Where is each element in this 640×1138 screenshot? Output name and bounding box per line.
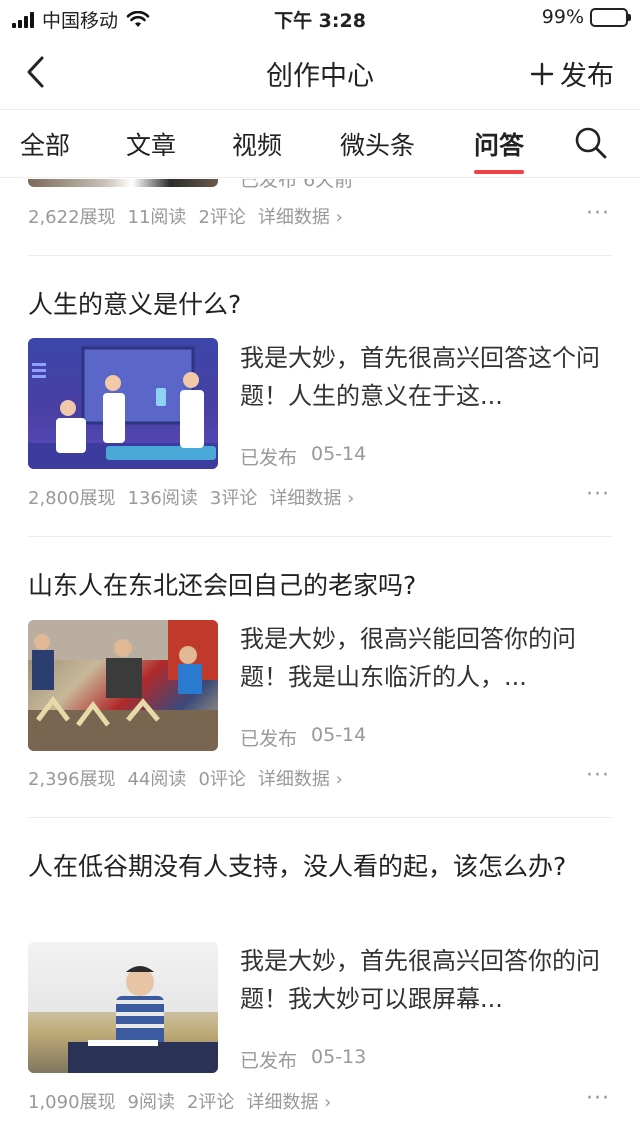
item-title[interactable]: 人生的意义是什么? [28,284,612,326]
more-options-icon[interactable]: ··· [586,763,610,788]
more-options-icon[interactable]: ··· [586,1086,610,1111]
views-count: 2,800展现 [28,488,116,509]
views-count: 1,090展现 [28,1092,116,1113]
plus-icon [530,62,554,85]
publish-date: 05-14 [311,724,367,746]
battery-icon: ⚡ [590,7,631,27]
detail-data-link[interactable]: 详细数据 › [246,1088,331,1114]
item-stats: 2,396展现 44阅读 0评论 详细数据 › [28,765,343,791]
item-publish-meta: 已发布 05-14 [240,724,366,751]
item-title[interactable]: 人在低谷期没有人支持，没人看的起，该怎么办? [28,846,612,888]
item-thumbnail [28,179,218,187]
publish-button[interactable]: 发布 [530,54,614,93]
publish-status: 已发布 [240,1050,298,1072]
qa-list: 已发布 6天前 2,622展现 11阅读 2评论 详细数据 › ··· 人生的意… [0,179,640,1138]
student-studying-photo [28,966,218,1073]
views-count: 2,622展现 [28,207,116,228]
item-title[interactable]: 山东人在东北还会回自己的老家吗? [28,565,612,607]
item-publish-meta: 已发布 6天前 [240,179,354,191]
active-tab-indicator [474,170,524,174]
tab-videos[interactable]: 视频 [232,126,282,162]
top-nav: 创作中心 发布 [0,36,640,110]
item-publish-meta: 已发布 05-14 [240,443,366,470]
divider [28,817,612,818]
comments-count: 2评论 [198,207,246,228]
divider [28,536,612,537]
reads-count: 11阅读 [127,207,187,228]
market-photo [28,620,218,751]
item-thumbnail[interactable] [28,338,218,469]
comments-count: 2评论 [186,1092,235,1113]
more-options-icon[interactable]: ··· [586,201,610,226]
detail-data-link[interactable]: 详细数据 › [269,484,354,510]
publish-date: 05-13 [311,1046,367,1068]
item-publish-meta: 已发布 05-13 [240,1046,366,1073]
divider [28,255,612,256]
publish-status: 已发布 [240,447,298,469]
category-tabs: 全部 文章 视频 微头条 问答 [0,110,640,178]
status-bar: 中国移动 下午 3:28 99% ⚡ [0,0,640,36]
publish-label: 发布 [560,61,614,92]
item-thumbnail[interactable] [28,620,218,751]
item-thumbnail[interactable] [28,942,218,1073]
comments-count: 3评论 [209,488,258,509]
item-excerpt[interactable]: 我是大妙，首先很高兴回答这个问题！人生的意义在于这... [240,339,612,415]
tab-articles[interactable]: 文章 [126,126,176,162]
item-stats: 2,622展现 11阅读 2评论 详细数据 › [28,203,343,229]
reads-count: 44阅读 [127,769,187,790]
scientists-illustration [28,346,218,469]
item-stats: 1,090展现 9阅读 2评论 详细数据 › [28,1088,331,1114]
publish-date: 05-14 [311,443,367,465]
search-icon[interactable] [574,126,608,160]
tab-qa[interactable]: 问答 [474,126,524,162]
item-excerpt[interactable]: 我是大妙，很高兴能回答你的问题！我是山东临沂的人，... [240,620,612,696]
reads-count: 9阅读 [127,1092,175,1113]
item-excerpt[interactable]: 我是大妙，首先很高兴回答你的问题！我大妙可以跟屏幕... [240,942,612,1018]
battery-percent: 99% [541,6,584,28]
status-right: 99% ⚡ [541,6,631,28]
tab-all[interactable]: 全部 [20,126,70,162]
publish-status: 已发布 [240,728,298,750]
reads-count: 136阅读 [127,488,198,509]
more-options-icon[interactable]: ··· [586,482,610,507]
detail-data-link[interactable]: 详细数据 › [258,203,343,229]
charging-bolt-icon: ⚡ [604,9,614,25]
tab-micro-headlines[interactable]: 微头条 [340,126,415,162]
views-count: 2,396展现 [28,769,116,790]
comments-count: 0评论 [198,769,246,790]
detail-data-link[interactable]: 详细数据 › [258,765,343,791]
item-stats: 2,800展现 136阅读 3评论 详细数据 › [28,484,354,510]
